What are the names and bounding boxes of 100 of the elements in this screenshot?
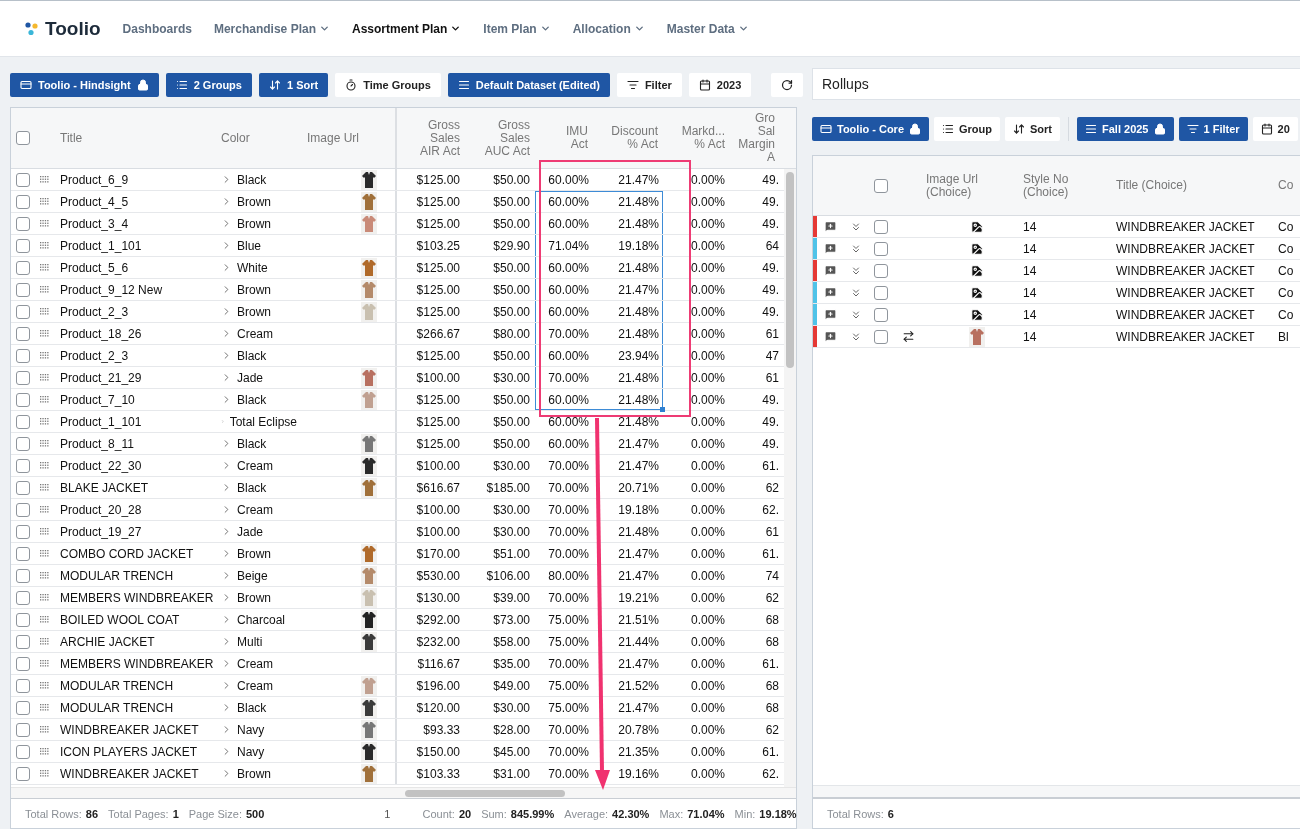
column-header[interactable]: IMU Act <box>566 125 588 151</box>
drag-handle-icon[interactable] <box>40 462 49 469</box>
row-checkbox[interactable] <box>16 458 30 473</box>
drag-handle-icon[interactable] <box>40 616 49 623</box>
row-checkbox[interactable] <box>16 722 30 737</box>
toolbar-button[interactable]: Default Dataset (Edited) <box>447 73 610 97</box>
fill-handle[interactable] <box>660 407 665 412</box>
drag-handle-icon[interactable] <box>40 440 49 447</box>
add-image-icon[interactable] <box>970 219 984 234</box>
column-header[interactable]: Gross Sales AUC Act <box>484 118 530 158</box>
add-comment-icon[interactable] <box>823 308 837 321</box>
drag-handle-icon[interactable] <box>40 352 49 359</box>
nav-item[interactable]: Assortment Plan <box>352 21 462 36</box>
row-checkbox[interactable] <box>874 241 888 256</box>
drag-handle-icon[interactable] <box>40 286 49 293</box>
column-header[interactable]: Image Url (Choice) <box>926 172 978 199</box>
row-checkbox[interactable] <box>16 634 30 649</box>
horizontal-scrollbar[interactable] <box>813 785 1300 798</box>
row-checkbox[interactable] <box>16 590 30 605</box>
column-header[interactable]: Color <box>221 131 250 145</box>
row-checkbox[interactable] <box>874 329 888 344</box>
add-image-icon[interactable] <box>970 285 984 300</box>
toolbar-button[interactable]: Time Groups <box>335 73 441 97</box>
expand-icon[interactable] <box>850 220 862 233</box>
drag-handle-icon[interactable] <box>40 176 49 183</box>
drag-handle-icon[interactable] <box>40 374 49 381</box>
column-header[interactable]: Title <box>60 131 83 145</box>
refresh-icon[interactable] <box>781 79 794 91</box>
drag-handle-icon[interactable] <box>40 484 49 491</box>
toolbar-button[interactable]: 1 Sort <box>258 73 329 97</box>
add-comment-icon[interactable] <box>823 220 837 233</box>
row-checkbox[interactable] <box>874 263 888 278</box>
expand-icon[interactable] <box>850 330 862 343</box>
select-all-checkbox[interactable] <box>16 131 30 145</box>
toolbar-button[interactable]: Toolio - Hindsight <box>10 73 159 97</box>
expand-icon[interactable] <box>221 504 232 515</box>
add-comment-icon[interactable] <box>823 330 837 343</box>
row-checkbox[interactable] <box>16 260 30 275</box>
nav-item[interactable]: Dashboards <box>122 21 192 36</box>
nav-item[interactable]: Master Data <box>666 21 749 36</box>
drag-handle-icon[interactable] <box>40 726 49 733</box>
row-checkbox[interactable] <box>874 307 888 322</box>
row-checkbox[interactable] <box>16 304 30 319</box>
row-checkbox[interactable] <box>874 285 888 300</box>
drag-handle-icon[interactable] <box>40 550 49 557</box>
drag-handle-icon[interactable] <box>40 572 49 579</box>
toolbar-button[interactable]: 20 <box>1252 117 1298 141</box>
column-header[interactable]: Image Url <box>307 131 359 145</box>
row-checkbox[interactable] <box>16 524 30 539</box>
row-checkbox[interactable] <box>16 612 30 627</box>
toolbar-button[interactable]: 2023 <box>688 73 752 97</box>
row-checkbox[interactable] <box>16 216 30 231</box>
drag-handle-icon[interactable] <box>40 506 49 513</box>
drag-handle-icon[interactable] <box>40 330 49 337</box>
drag-handle-icon[interactable] <box>40 264 49 271</box>
row-checkbox[interactable] <box>16 194 30 209</box>
column-header[interactable]: Co <box>1278 179 1294 192</box>
horizontal-scrollbar[interactable] <box>11 787 796 798</box>
drag-handle-icon[interactable] <box>40 308 49 315</box>
row-checkbox[interactable] <box>16 568 30 583</box>
vertical-scrollbar[interactable] <box>784 169 796 787</box>
drag-handle-icon[interactable] <box>40 660 49 667</box>
swap-icon[interactable] <box>902 330 915 343</box>
add-comment-icon[interactable] <box>823 264 837 277</box>
column-header[interactable]: Title (Choice) <box>1116 179 1187 192</box>
column-header[interactable]: Style No (Choice) <box>1023 172 1069 199</box>
row-checkbox[interactable] <box>16 546 30 561</box>
row-checkbox[interactable] <box>16 392 30 407</box>
drag-handle-icon[interactable] <box>40 704 49 711</box>
view-name-field[interactable]: Rollups <box>812 68 1300 100</box>
column-header[interactable]: Markd... % Act <box>681 125 725 151</box>
toolbar-button[interactable]: 2 Groups <box>165 73 252 97</box>
toolbar-button[interactable]: Filter <box>616 73 682 97</box>
expand-icon[interactable] <box>850 242 862 255</box>
nav-item[interactable]: Item Plan <box>483 21 551 36</box>
drag-handle-icon[interactable] <box>40 198 49 205</box>
drag-handle-icon[interactable] <box>40 748 49 755</box>
drag-handle-icon[interactable] <box>40 770 49 777</box>
drag-handle-icon[interactable] <box>40 594 49 601</box>
expand-icon[interactable] <box>850 308 862 321</box>
expand-icon[interactable] <box>850 264 862 277</box>
column-header[interactable]: Gross Sales AIR Act <box>420 118 460 158</box>
drag-handle-icon[interactable] <box>40 682 49 689</box>
nav-item[interactable]: Allocation <box>572 21 645 36</box>
nav-item[interactable]: Merchandise Plan <box>213 21 330 36</box>
toolbar-button[interactable]: Toolio - Core <box>812 117 929 141</box>
toolbar-button[interactable]: Sort <box>1005 117 1060 141</box>
row-checkbox[interactable] <box>16 348 30 363</box>
toolbar-button[interactable]: Group <box>934 117 1000 141</box>
row-checkbox[interactable] <box>16 238 30 253</box>
add-image-icon[interactable] <box>970 241 984 256</box>
row-checkbox[interactable] <box>16 656 30 671</box>
row-checkbox[interactable] <box>16 282 30 297</box>
toolbar-button[interactable]: 1 Filter <box>1178 117 1248 141</box>
row-checkbox[interactable] <box>874 219 888 234</box>
row-checkbox[interactable] <box>16 172 30 187</box>
select-all-checkbox[interactable] <box>874 178 888 193</box>
row-checkbox[interactable] <box>16 700 30 715</box>
add-comment-icon[interactable] <box>823 286 837 299</box>
column-header[interactable]: Discount % Act <box>611 125 658 151</box>
